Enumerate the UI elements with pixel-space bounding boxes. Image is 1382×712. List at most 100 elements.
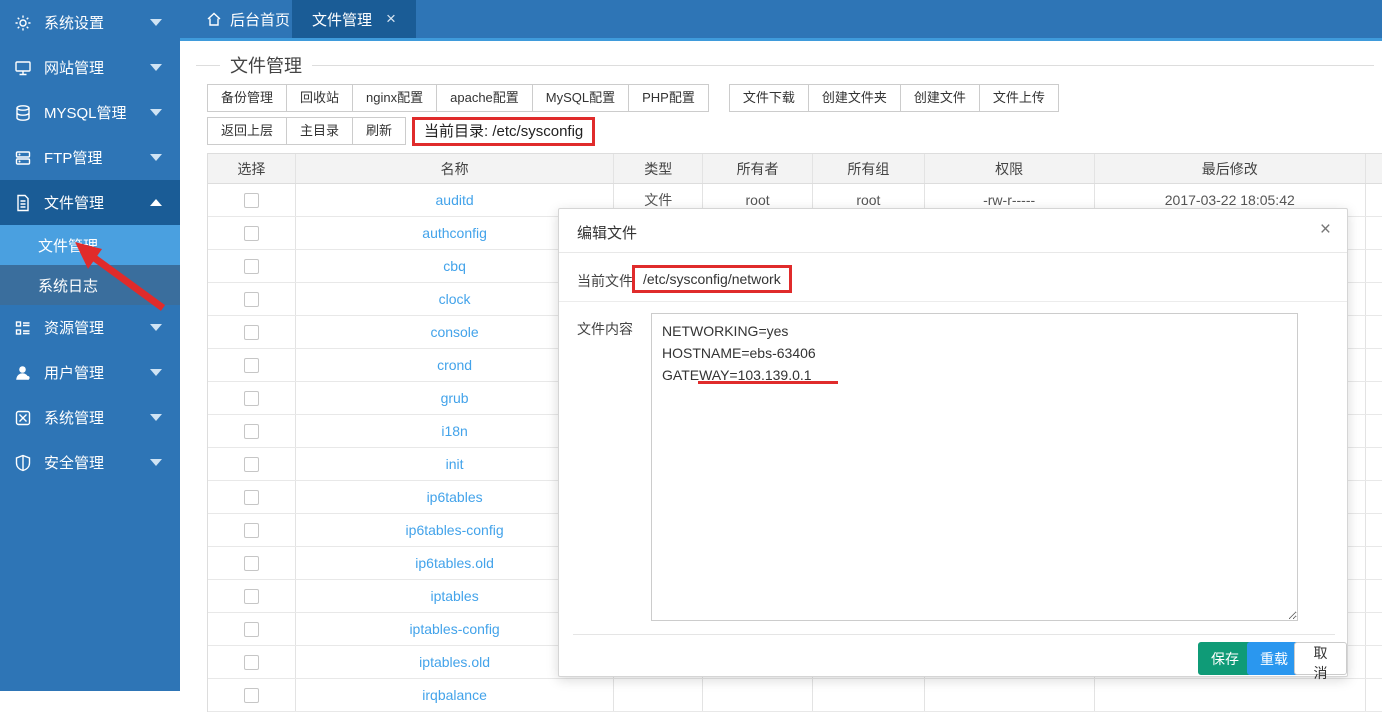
sidebar-subitem-file-management[interactable]: 文件管理 — [0, 225, 180, 265]
sidebar-subitem-label: 文件管理 — [38, 235, 98, 256]
owner-cell — [703, 679, 813, 711]
tab-home[interactable]: 后台首页 — [194, 0, 302, 38]
file-link[interactable]: console — [430, 324, 478, 340]
chevron-up-icon — [150, 199, 162, 206]
topbar-accent-strip — [180, 38, 1382, 41]
file-link[interactable]: iptables — [430, 588, 478, 604]
sidebar-item-label: FTP管理 — [44, 147, 102, 168]
file-link[interactable]: ip6tables.old — [415, 555, 494, 571]
file-link[interactable]: cbq — [443, 258, 466, 274]
sidebar-item-mysql[interactable]: MYSQL管理 — [0, 90, 180, 135]
select-cell — [208, 184, 296, 216]
file-link[interactable]: ip6tables-config — [406, 522, 504, 538]
file-action-button[interactable]: 文件上传 — [979, 84, 1059, 112]
file-link[interactable]: grub — [441, 390, 469, 406]
row-checkbox[interactable] — [244, 424, 259, 439]
extra-cell — [1366, 382, 1382, 414]
sidebar-item-system-management[interactable]: 系统管理 — [0, 395, 180, 440]
row-checkbox[interactable] — [244, 688, 259, 703]
file-link[interactable]: crond — [437, 357, 472, 373]
row-checkbox[interactable] — [244, 655, 259, 670]
file-link[interactable]: iptables-config — [409, 621, 499, 637]
row-checkbox[interactable] — [244, 556, 259, 571]
sidebar-item-security[interactable]: 安全管理 — [0, 440, 180, 485]
chevron-down-icon — [150, 64, 162, 71]
sidebar-item-label: 资源管理 — [44, 317, 104, 338]
column-header-group: 所有组 — [813, 154, 925, 183]
table-row: irqbalance — [208, 679, 1382, 712]
resource-icon — [14, 319, 32, 337]
column-header-type: 类型 — [614, 154, 703, 183]
file-action-button[interactable]: 文件下载 — [729, 84, 809, 112]
tab-close-icon[interactable]: × — [386, 9, 396, 29]
extra-cell — [1366, 613, 1382, 645]
row-checkbox[interactable] — [244, 193, 259, 208]
sidebar-item-system-settings[interactable]: 系统设置 — [0, 0, 180, 45]
type-cell — [614, 679, 703, 711]
select-cell — [208, 283, 296, 315]
config-button[interactable]: 回收站 — [286, 84, 353, 112]
row-checkbox[interactable] — [244, 490, 259, 505]
row-checkbox[interactable] — [244, 523, 259, 538]
tab-file-management[interactable]: 文件管理 × — [292, 0, 416, 38]
navigation-button[interactable]: 主目录 — [286, 117, 353, 145]
select-cell — [208, 349, 296, 381]
column-header-name: 名称 — [296, 154, 614, 183]
select-cell — [208, 217, 296, 249]
row-checkbox[interactable] — [244, 226, 259, 241]
row-checkbox[interactable] — [244, 622, 259, 637]
config-button[interactable]: apache配置 — [436, 84, 533, 112]
user-icon — [14, 364, 32, 382]
config-button[interactable]: nginx配置 — [352, 84, 437, 112]
file-link[interactable]: iptables.old — [419, 654, 490, 670]
sidebar-subitem-system-log[interactable]: 系统日志 — [0, 265, 180, 305]
row-checkbox[interactable] — [244, 259, 259, 274]
tab-active-label: 文件管理 — [312, 9, 372, 30]
sidebar-item-website[interactable]: 网站管理 — [0, 45, 180, 90]
file-link[interactable]: init — [446, 456, 464, 472]
file-link[interactable]: authconfig — [422, 225, 487, 241]
modal-close-icon[interactable]: × — [1320, 219, 1331, 241]
row-checkbox[interactable] — [244, 391, 259, 406]
file-link[interactable]: ip6tables — [427, 489, 483, 505]
row-checkbox[interactable] — [244, 589, 259, 604]
file-action-button[interactable]: 创建文件 — [900, 84, 980, 112]
file-link[interactable]: auditd — [436, 192, 474, 208]
file-link[interactable]: clock — [439, 291, 471, 307]
navigation-button-group: 返回上层主目录刷新 — [207, 117, 406, 145]
table-header-row: 选择 名称 类型 所有者 所有组 权限 最后修改 — [208, 154, 1382, 184]
config-button[interactable]: MySQL配置 — [532, 84, 629, 112]
perm-cell — [925, 679, 1095, 711]
config-button[interactable]: 备份管理 — [207, 84, 287, 112]
sidebar-item-resources[interactable]: 资源管理 — [0, 305, 180, 350]
extra-cell — [1366, 316, 1382, 348]
config-button[interactable]: PHP配置 — [628, 84, 709, 112]
file-action-button[interactable]: 创建文件夹 — [808, 84, 901, 112]
modal-footer-divider — [573, 634, 1335, 635]
row-checkbox[interactable] — [244, 292, 259, 307]
file-content-textarea[interactable]: NETWORKING=yes HOSTNAME=ebs-63406 GATEWA… — [651, 313, 1298, 621]
file-link[interactable]: i18n — [441, 423, 467, 439]
row-checkbox[interactable] — [244, 358, 259, 373]
current-file-value: /etc/sysconfig/network — [632, 265, 792, 293]
file-link[interactable]: irqbalance — [422, 687, 487, 703]
sidebar-item-ftp[interactable]: FTP管理 — [0, 135, 180, 180]
select-cell — [208, 415, 296, 447]
group-cell — [813, 679, 925, 711]
navigation-button[interactable]: 返回上层 — [207, 117, 287, 145]
select-cell — [208, 448, 296, 480]
gear-icon — [14, 14, 32, 32]
save-button[interactable]: 保存 — [1198, 642, 1252, 675]
cancel-button[interactable]: 取消 — [1294, 642, 1347, 675]
reload-button[interactable]: 重载 — [1247, 642, 1301, 675]
monitor-icon — [14, 59, 32, 77]
extra-cell — [1366, 448, 1382, 480]
modal-header: 编辑文件 × — [559, 209, 1347, 253]
row-checkbox[interactable] — [244, 325, 259, 340]
sidebar-item-users[interactable]: 用户管理 — [0, 350, 180, 395]
navigation-button[interactable]: 刷新 — [352, 117, 406, 145]
server-icon — [14, 149, 32, 167]
row-checkbox[interactable] — [244, 457, 259, 472]
sidebar-item-file-management[interactable]: 文件管理 — [0, 180, 180, 225]
select-cell — [208, 646, 296, 678]
